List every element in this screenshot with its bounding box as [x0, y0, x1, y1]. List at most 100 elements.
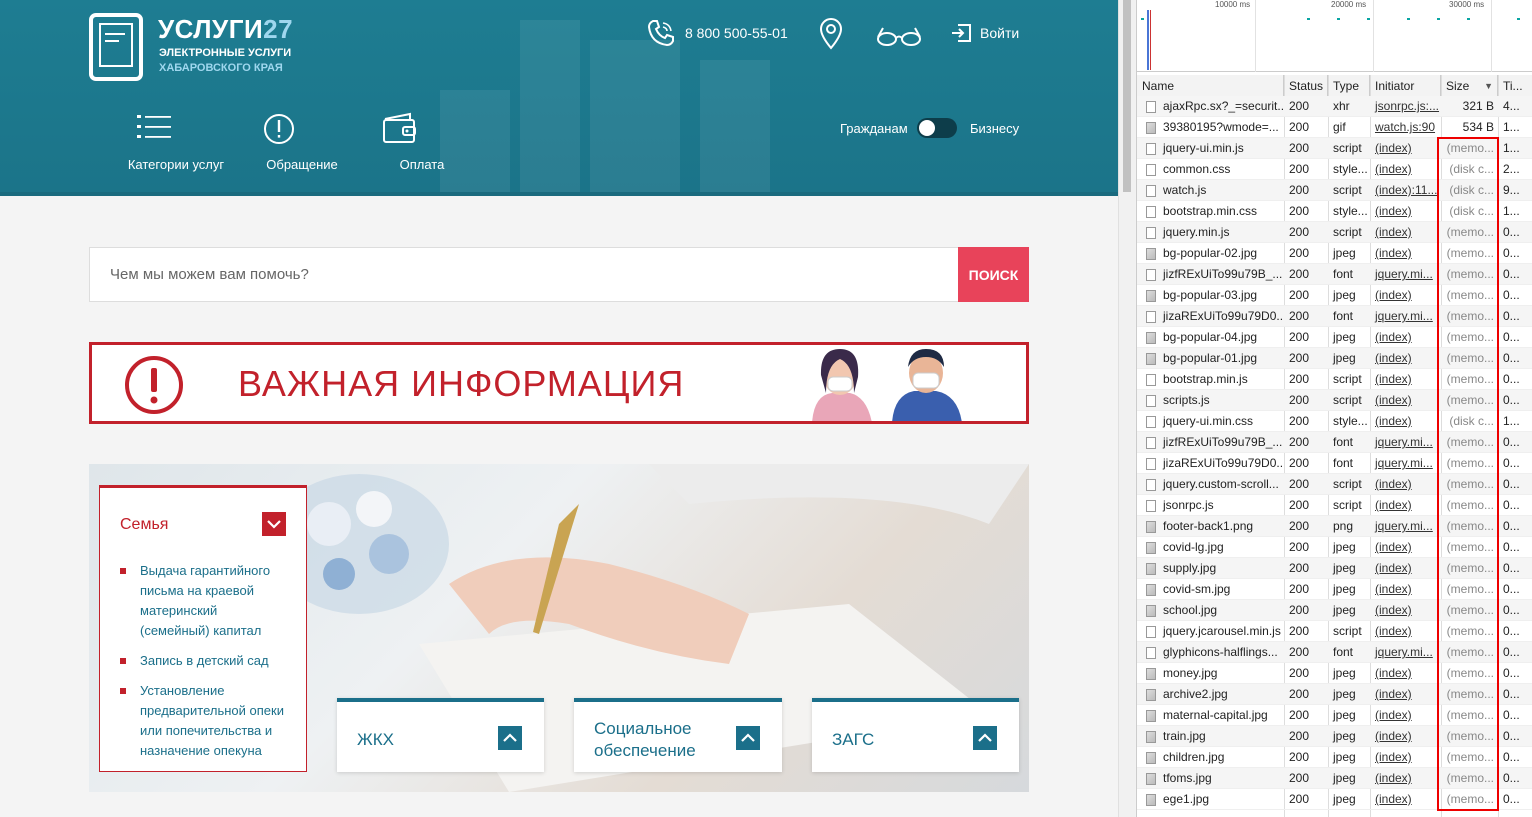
network-request-row[interactable]: footer-back1.png 200 png jquery.mi... (memo.…	[1137, 516, 1532, 537]
cell-initiator[interactable]: (index)	[1370, 348, 1441, 369]
expand-button[interactable]	[736, 726, 760, 750]
logo-icon[interactable]	[89, 13, 143, 81]
network-request-row[interactable]: watch.js 200 script (index):11... (disk c...…	[1137, 180, 1532, 201]
cell-initiator[interactable]: jquery.mi...	[1370, 516, 1441, 537]
search-input[interactable]	[90, 248, 958, 301]
cell-initiator[interactable]: jquery.mi...	[1370, 306, 1441, 327]
login-link[interactable]: Войти	[980, 25, 1019, 41]
network-request-row[interactable]: covid-sm.jpg 200 jpeg (index) (memo... 0...	[1137, 579, 1532, 600]
network-request-row[interactable]: bg-popular-01.jpg 200 jpeg (index) (memo... 0…	[1137, 348, 1532, 369]
network-request-row[interactable]: jquery-ui.min.js 200 script (index) (memo...…	[1137, 138, 1532, 159]
collapse-button[interactable]	[262, 512, 286, 536]
cell-initiator[interactable]: (index)	[1370, 495, 1441, 516]
cell-initiator[interactable]: (index)	[1370, 474, 1441, 495]
network-request-row[interactable]: train.jpg 200 jpeg (index) (memo... 0...	[1137, 726, 1532, 747]
cell-initiator[interactable]: (index)	[1370, 159, 1441, 180]
network-request-row[interactable]: school.jpg 200 jpeg (index) (memo... 0...	[1137, 600, 1532, 621]
network-request-row[interactable]: covid-lg.jpg 200 jpeg (index) (memo... 0...	[1137, 537, 1532, 558]
network-timeline-overview[interactable]: 10000 ms 20000 ms 30000 ms	[1137, 0, 1532, 72]
network-request-row[interactable]: money.jpg 200 jpeg (index) (memo... 0...	[1137, 663, 1532, 684]
network-request-row[interactable]: glyphicons-halflings... 200 font jquery.mi.…	[1137, 642, 1532, 663]
network-request-row[interactable]: tfoms.jpg 200 jpeg (index) (memo... 0...	[1137, 768, 1532, 789]
cell-initiator[interactable]: (index)	[1370, 411, 1441, 432]
cell-initiator[interactable]: (index)	[1370, 579, 1441, 600]
network-request-row[interactable]: archive2.jpg 200 jpeg (index) (memo... 0...	[1137, 684, 1532, 705]
cell-initiator[interactable]: (index)	[1370, 789, 1441, 810]
cell-initiator[interactable]: (index)	[1370, 768, 1441, 789]
audience-toggle[interactable]	[917, 118, 957, 138]
network-request-row[interactable]: bootstrap.min.css 200 style... (index) (disk…	[1137, 201, 1532, 222]
toggle-business-label[interactable]: Бизнесу	[970, 121, 1019, 136]
cell-initiator[interactable]: (index)	[1370, 390, 1441, 411]
cell-initiator[interactable]: (index)	[1370, 138, 1441, 159]
category-social[interactable]: Социальное обеспечение	[574, 698, 782, 772]
cell-initiator[interactable]: (index)	[1370, 684, 1441, 705]
column-size[interactable]: Size ▼	[1441, 75, 1498, 97]
location-pin-icon[interactable]	[818, 18, 844, 50]
cell-initiator[interactable]: (index)	[1370, 558, 1441, 579]
nav-categories[interactable]: Категории услуг	[128, 112, 224, 172]
network-request-row[interactable]: jquery-ui.min.css 200 style... (index) (disk…	[1137, 411, 1532, 432]
network-request-row[interactable]: 39380195?wmode=... 200 gif watch.js:90 534 B…	[1137, 117, 1532, 138]
nav-payment[interactable]: Оплата	[382, 112, 444, 172]
family-title[interactable]: Семья	[120, 516, 168, 534]
expand-button[interactable]	[973, 726, 997, 750]
network-request-row[interactable]: jquery.custom-scroll... 200 script (index) (…	[1137, 474, 1532, 495]
category-housing[interactable]: ЖКХ	[337, 698, 544, 772]
network-request-row[interactable]: bg-popular-02.jpg 200 jpeg (index) (memo... 0…	[1137, 243, 1532, 264]
glasses-icon[interactable]	[875, 24, 923, 48]
scrollbar-thumb[interactable]	[1123, 0, 1131, 192]
search-button[interactable]: ПОИСК	[958, 247, 1029, 302]
network-request-row[interactable]: jquery.jcarousel.min.js 200 script (index) (…	[1137, 621, 1532, 642]
network-request-row[interactable]: jsonrpc.js 200 script (index) (memo... 0...	[1137, 495, 1532, 516]
network-request-row[interactable]: ajaxRpc.sx?_=securit... 200 xhr jsonrpc.js:…	[1137, 96, 1532, 117]
cell-initiator[interactable]: (index)	[1370, 663, 1441, 684]
toggle-citizens-label[interactable]: Гражданам	[840, 121, 908, 136]
column-name[interactable]: Name	[1137, 75, 1284, 97]
network-request-row[interactable]: bg-popular-04.jpg 200 jpeg (index) (memo... 0…	[1137, 327, 1532, 348]
column-time[interactable]: Ti...	[1498, 75, 1532, 97]
list-item[interactable]: Выдача гарантийного письма на краевой ма…	[120, 561, 290, 641]
login-icon[interactable]	[950, 23, 972, 43]
cell-initiator[interactable]: (index)	[1370, 705, 1441, 726]
cell-initiator[interactable]: (index)	[1370, 327, 1441, 348]
cell-initiator[interactable]: (index)	[1370, 285, 1441, 306]
column-status[interactable]: Status	[1284, 75, 1328, 97]
network-request-row[interactable]: jizaRExUiTo99u79D0... 200 font jquery.mi...…	[1137, 306, 1532, 327]
cell-initiator[interactable]: jquery.mi...	[1370, 453, 1441, 474]
network-request-row[interactable]: jizaRExUiTo99u79D0... 200 font jquery.mi...…	[1137, 453, 1532, 474]
cell-initiator[interactable]: (index)	[1370, 222, 1441, 243]
network-request-row[interactable]: bg-popular-03.jpg 200 jpeg (index) (memo... 0…	[1137, 285, 1532, 306]
page-scrollbar[interactable]	[1118, 0, 1135, 817]
nav-appeal[interactable]: Обращение	[262, 112, 338, 172]
logo-title[interactable]: УСЛУГИ27	[158, 14, 293, 45]
cell-initiator[interactable]: (index)	[1370, 747, 1441, 768]
network-request-row[interactable]: scripts.js 200 script (index) (memo... 0...	[1137, 390, 1532, 411]
cell-initiator[interactable]: (index)	[1370, 243, 1441, 264]
list-item[interactable]: Запись в детский сад	[120, 651, 290, 671]
network-request-row[interactable]: maternal-capital.jpg 200 jpeg (index) (memo.…	[1137, 705, 1532, 726]
network-request-row[interactable]: bootstrap.min.js 200 script (index) (memo...…	[1137, 369, 1532, 390]
column-type[interactable]: Type	[1328, 75, 1370, 97]
network-request-row[interactable]: common.css 200 style... (index) (disk c... 2.…	[1137, 159, 1532, 180]
cell-initiator[interactable]: jquery.mi...	[1370, 642, 1441, 663]
cell-initiator[interactable]: jquery.mi...	[1370, 432, 1441, 453]
cell-initiator[interactable]: (index)	[1370, 726, 1441, 747]
cell-initiator[interactable]: (index)	[1370, 369, 1441, 390]
important-info-banner[interactable]: ВАЖНАЯ ИНФОРМАЦИЯ	[89, 342, 1029, 424]
cell-initiator[interactable]: (index)	[1370, 201, 1441, 222]
phone-number[interactable]: 8 800 500-55-01	[685, 25, 788, 41]
network-request-row[interactable]: jizfRExUiTo99u79B_... 200 font jquery.mi...…	[1137, 432, 1532, 453]
cell-initiator[interactable]: (index)	[1370, 537, 1441, 558]
column-initiator[interactable]: Initiator	[1370, 75, 1441, 97]
network-request-row[interactable]: children.jpg 200 jpeg (index) (memo... 0...	[1137, 747, 1532, 768]
expand-button[interactable]	[498, 726, 522, 750]
cell-initiator[interactable]: (index)	[1370, 621, 1441, 642]
list-item[interactable]: Установление предварительной опеки или п…	[120, 681, 290, 761]
network-request-row[interactable]: jizfRExUiTo99u79B_... 200 font jquery.mi...…	[1137, 264, 1532, 285]
category-registry[interactable]: ЗАГС	[812, 698, 1019, 772]
cell-initiator[interactable]: jquery.mi...	[1370, 264, 1441, 285]
network-request-row[interactable]: ege1.jpg 200 jpeg (index) (memo... 0...	[1137, 789, 1532, 810]
cell-initiator[interactable]: jsonrpc.js:...	[1370, 96, 1441, 117]
phone-icon[interactable]	[645, 17, 677, 49]
